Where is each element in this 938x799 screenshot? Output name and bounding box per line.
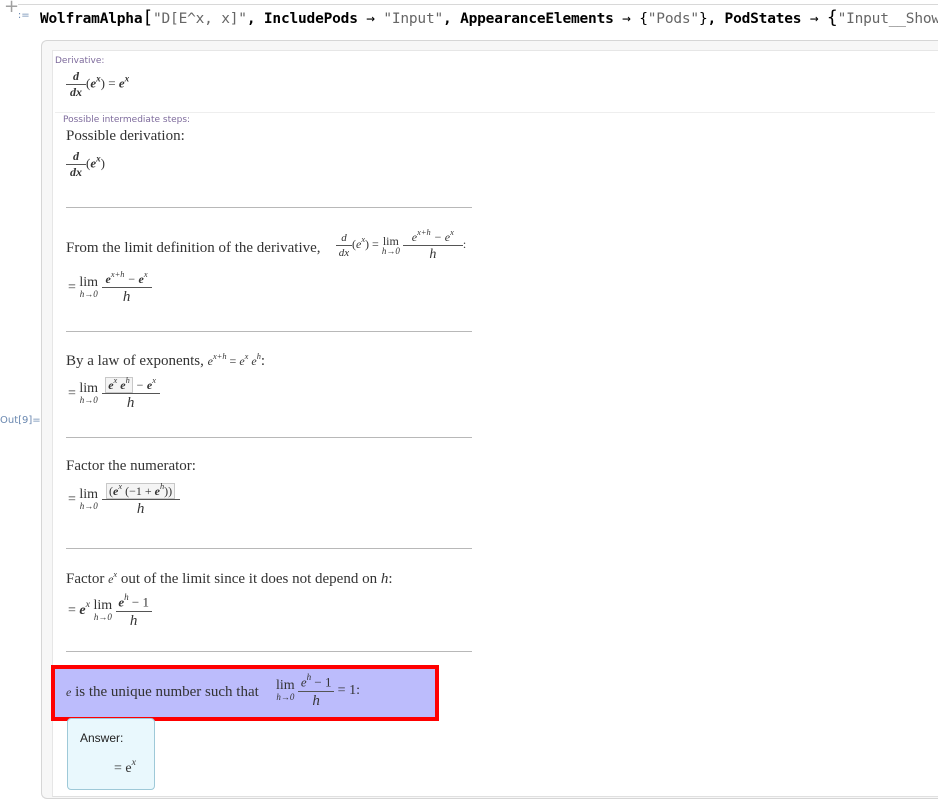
in-label: := (2, 10, 30, 21)
step-1-result: = lim h→0 ex+h − ex h (68, 270, 152, 306)
option-name: AppearanceElements (460, 11, 614, 27)
pod-divider (55, 112, 935, 113)
option-value: "Pods" (647, 11, 699, 27)
step-3-result: = lim h→0 (ex (−1 + eh)) h (68, 482, 180, 518)
step-1-text: From the limit definition of the derivat… (66, 240, 321, 256)
fn-name: WolframAlpha (40, 11, 143, 27)
answer-value: = ex (114, 757, 136, 776)
arrow: → (366, 11, 375, 27)
step-divider (66, 548, 472, 549)
out-label: Out[9]= (0, 415, 41, 426)
input-code[interactable]: WolframAlpha["D[E^x, x]", IncludePods → … (40, 7, 938, 28)
option-value: "Input" (383, 11, 444, 27)
step-divider (66, 651, 472, 652)
step-divider (66, 437, 472, 438)
option-name: IncludePods (263, 11, 358, 27)
option-value: "Input__Show steps" (837, 11, 938, 27)
option-name: PodStates (724, 11, 802, 27)
step-5-limit: lim h→0 eh − 1h = 1: (276, 672, 360, 709)
derivation-expression: d dx (ex) (66, 149, 105, 179)
derivative-result: d dx (ex) = ex (66, 69, 129, 99)
step-2-text: By a law of exponents, ex+h = ex eh: (66, 352, 266, 369)
step-5-text: e is the unique number such that (66, 684, 259, 700)
answer-label: Answer: (80, 731, 124, 745)
answer-box: Answer: = ex (67, 718, 155, 790)
step-3-text: Factor the numerator: (66, 458, 196, 474)
pod-title: Derivative: (55, 56, 105, 66)
step-1-definition: d dx (ex) = lim h→0 ex+h − ex h: (336, 228, 466, 262)
cell-top-divider (18, 4, 938, 5)
steps-title: Possible intermediate steps: (63, 115, 191, 125)
step-divider (66, 207, 472, 208)
step-4-result: = ex lim h→0 eh − 1h (68, 592, 152, 629)
arrow: → (809, 11, 819, 27)
step-4-text: Factor ex out of the limit since it does… (66, 570, 393, 587)
arrow: → (622, 11, 631, 27)
steps-heading: Possible derivation: (66, 128, 185, 144)
step-2-result: = lim h→0 ex eh − ex h (68, 376, 160, 412)
query-string: "D[E^x, x]" (153, 11, 247, 27)
step-divider (66, 331, 472, 332)
